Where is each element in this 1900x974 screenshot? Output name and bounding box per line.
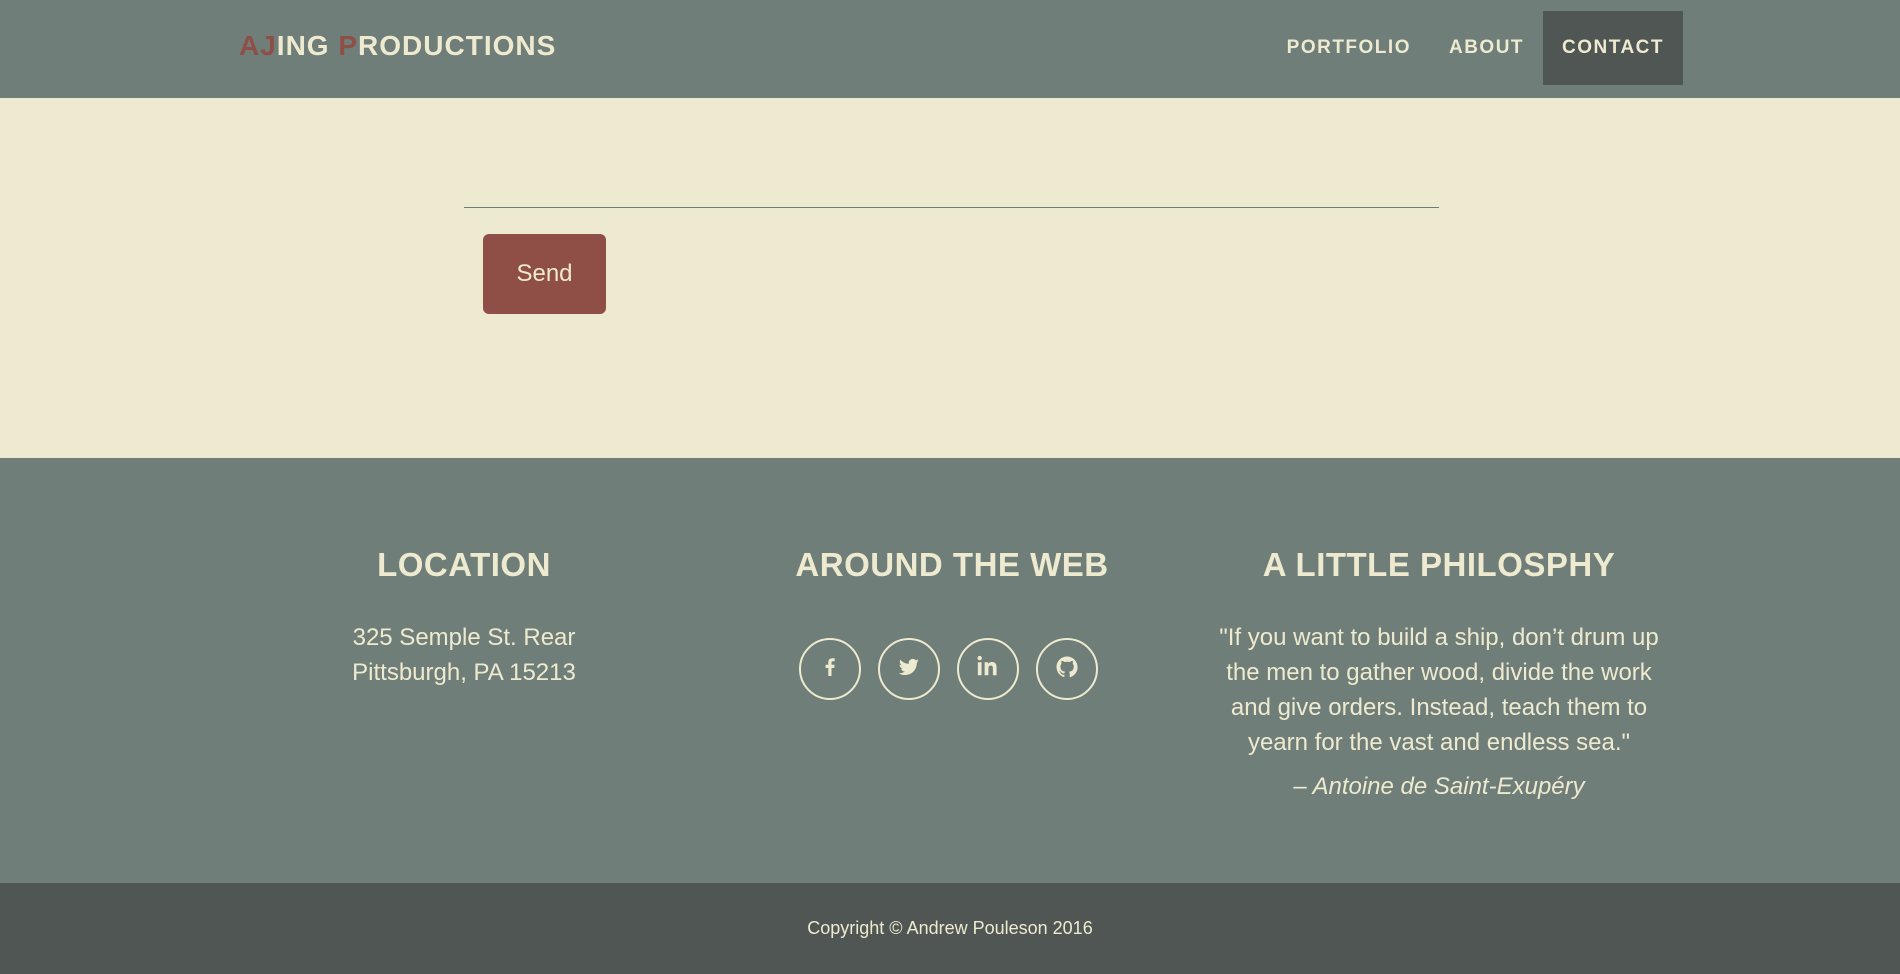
twitter-link[interactable] xyxy=(878,638,940,700)
navbar: AJING PRODUCTIONS PORTFOLIO ABOUT CONTAC… xyxy=(0,0,1900,98)
linkedin-link[interactable] xyxy=(957,638,1019,700)
location-title: LOCATION xyxy=(377,546,551,583)
twitter-icon xyxy=(897,655,921,684)
brand-accent-1: AJ xyxy=(239,30,277,61)
address-line-2: Pittsburgh, PA 15213 xyxy=(352,659,576,686)
brand-logo[interactable]: AJING PRODUCTIONS xyxy=(239,30,556,62)
nav-item-about[interactable]: ABOUT xyxy=(1430,11,1543,85)
send-button[interactable]: Send xyxy=(483,234,606,314)
message-field-underline[interactable] xyxy=(464,207,1439,208)
nav-item-contact[interactable]: CONTACT xyxy=(1543,11,1683,85)
github-link[interactable] xyxy=(1036,638,1098,700)
brand-accent-2: P xyxy=(338,30,359,61)
facebook-icon xyxy=(818,655,842,684)
copyright-text: Copyright © Andrew Pouleson 2016 xyxy=(807,918,1093,938)
nav-menu: PORTFOLIO ABOUT CONTACT xyxy=(1270,11,1683,85)
brand-text-2: RODUCTIONS xyxy=(358,30,557,61)
philosophy-title: A LITTLE PHILOSPHY xyxy=(1262,546,1616,583)
social-links xyxy=(799,638,1098,700)
web-title: AROUND THE WEB xyxy=(795,546,1109,583)
contact-form-section: Send xyxy=(0,98,1900,458)
facebook-link[interactable] xyxy=(799,638,861,700)
address-line-1: 325 Semple St. Rear xyxy=(352,624,576,651)
quote-author: – Antoine de Saint-Exupéry xyxy=(1293,773,1585,800)
copyright-bar: Copyright © Andrew Pouleson 2016 xyxy=(0,883,1900,974)
nav-item-portfolio[interactable]: PORTFOLIO xyxy=(1268,11,1430,85)
footer: LOCATION 325 Semple St. Rear Pittsburgh,… xyxy=(0,458,1900,883)
location-address: 325 Semple St. Rear Pittsburgh, PA 15213 xyxy=(219,620,709,690)
linkedin-icon xyxy=(976,655,1000,684)
brand-text-1: ING xyxy=(276,30,339,61)
philosophy-quote: "If you want to build a ship, don’t drum… xyxy=(1219,624,1659,756)
github-icon xyxy=(1055,655,1079,684)
